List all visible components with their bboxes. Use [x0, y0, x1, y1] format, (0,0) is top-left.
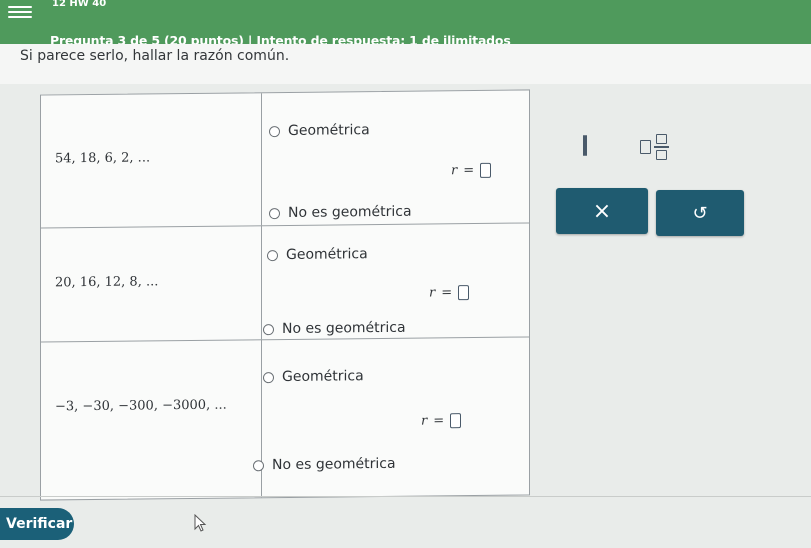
radio-icon[interactable]: [269, 207, 280, 219]
option-not-geometric[interactable]: No es geométrica: [269, 204, 412, 221]
sequence-text: 20, 16, 12, 8, ...: [55, 274, 159, 291]
equals-sign: =: [441, 285, 453, 301]
clear-button[interactable]: ×: [556, 188, 648, 234]
table-row: 20, 16, 12, 8, ... Geométrica r = No es …: [41, 222, 529, 343]
answer-input-box[interactable]: [450, 413, 462, 429]
option-not-geometric[interactable]: No es geométrica: [263, 320, 406, 337]
question-prompt: Si parece serlo, hallar la razón común.: [20, 48, 290, 64]
option-label: Geométrica: [288, 122, 370, 139]
option-geometric[interactable]: Geométrica: [269, 122, 370, 139]
option-geometric[interactable]: Geométrica: [263, 368, 364, 385]
fraction-template-icon[interactable]: [583, 135, 587, 156]
answer-input-box[interactable]: [458, 285, 470, 301]
table-row: −3, −30, −300, −3000, ... Geométrica r =…: [41, 336, 529, 499]
option-label: No es geométrica: [272, 455, 396, 474]
ratio-equation: r =: [451, 162, 492, 179]
option-geometric[interactable]: Geométrica: [267, 246, 368, 263]
radio-icon[interactable]: [267, 249, 278, 261]
sequence-table: 54, 18, 6, 2, ... Geométrica r = No es g…: [40, 89, 530, 501]
undo-button[interactable]: ↺: [656, 190, 744, 236]
ratio-equation: r =: [429, 285, 470, 301]
option-label: No es geométrica: [282, 319, 406, 338]
hamburger-menu-icon[interactable]: [8, 3, 32, 21]
option-not-geometric[interactable]: No es geométrica: [253, 456, 396, 473]
sequence-text: 54, 18, 6, 2, ...: [55, 150, 151, 167]
equals-sign: =: [463, 163, 475, 179]
option-label: No es geométrica: [288, 203, 412, 221]
verify-button[interactable]: Verificar: [0, 508, 74, 540]
option-label: Geométrica: [286, 246, 368, 263]
mouse-cursor-icon: [194, 514, 207, 532]
radio-icon[interactable]: [263, 323, 274, 335]
divider-line: [0, 496, 811, 497]
table-row: 54, 18, 6, 2, ... Geométrica r = No es g…: [41, 90, 529, 229]
ratio-variable: r: [421, 413, 428, 429]
ratio-equation: r =: [421, 413, 462, 429]
assignment-label: 12 HW 40: [52, 0, 107, 9]
column-divider: [261, 93, 262, 226]
sequence-text: −3, −30, −300, −3000, ...: [55, 397, 227, 415]
ratio-variable: r: [429, 285, 436, 301]
radio-icon[interactable]: [269, 125, 280, 137]
equals-sign: =: [433, 413, 445, 429]
radio-icon[interactable]: [253, 459, 264, 471]
column-divider: [261, 225, 262, 340]
column-divider: [261, 339, 262, 498]
mixed-number-template-icon[interactable]: [640, 134, 669, 160]
ratio-variable: r: [451, 163, 458, 179]
radio-icon[interactable]: [263, 371, 274, 383]
option-label: Geométrica: [282, 368, 364, 386]
answer-input-box[interactable]: [480, 162, 492, 178]
